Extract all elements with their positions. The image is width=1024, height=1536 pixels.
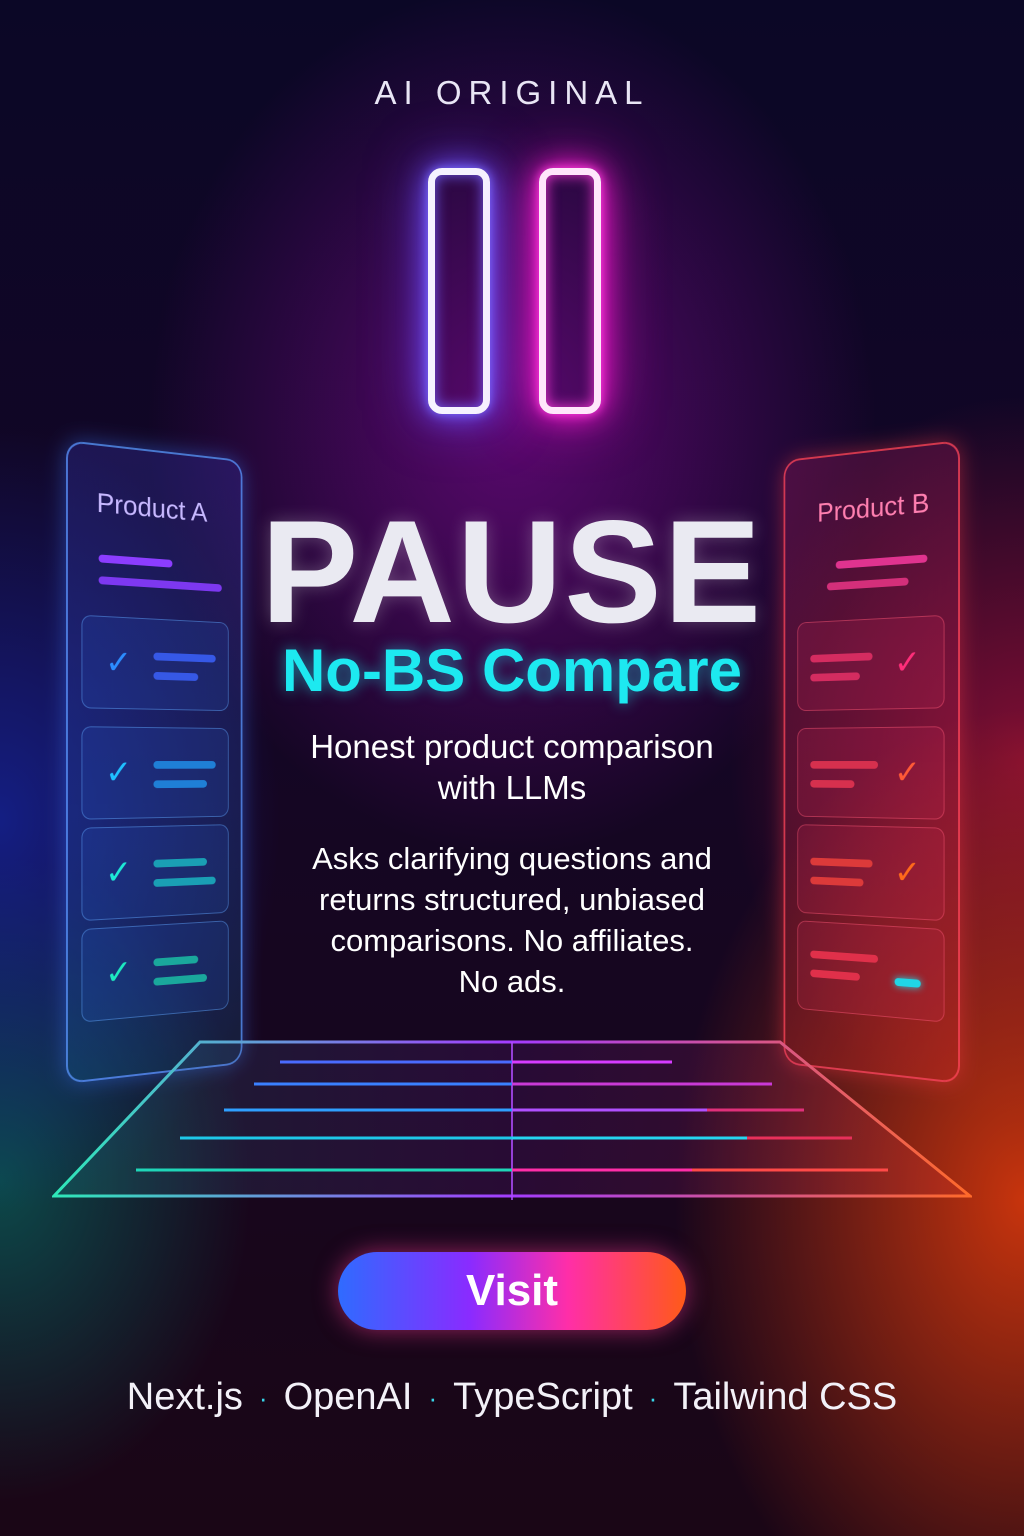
placeholder-line (153, 955, 198, 966)
tech-item: TypeScript (453, 1376, 633, 1418)
description: Asks clarifying questions and returns st… (262, 838, 762, 1002)
tagline-line: with LLMs (262, 767, 762, 808)
separator-dot: · (649, 1383, 658, 1413)
description-line: returns structured, unbiased (262, 879, 762, 920)
eyebrow-label: AI ORIGINAL (0, 74, 1024, 112)
hero-title: PAUSE (0, 488, 1024, 656)
check-icon: ✓ (105, 853, 132, 893)
tech-item: Next.js (127, 1376, 243, 1418)
comparison-floor-grid (52, 1040, 972, 1204)
check-icon: ✓ (894, 853, 921, 893)
tagline: Honest product comparison with LLMs (262, 726, 762, 808)
pause-bar-right (539, 168, 601, 414)
product-a-row: ✓ (81, 726, 228, 819)
placeholder-line (810, 780, 854, 788)
visit-button[interactable]: Visit (338, 1252, 686, 1330)
description-line: No ads. (262, 961, 762, 1002)
pause-bar-left (428, 168, 490, 414)
placeholder-line (810, 858, 872, 868)
description-line: Asks clarifying questions and (262, 838, 762, 879)
dash-icon (895, 978, 921, 988)
tech-item: OpenAI (284, 1376, 413, 1418)
product-b-row: ✓ (797, 824, 944, 921)
product-a-row: ✓ (81, 824, 228, 921)
tagline-line: Honest product comparison (262, 726, 762, 767)
product-b-row (797, 920, 944, 1022)
separator-dot: · (259, 1383, 268, 1413)
check-icon: ✓ (105, 753, 132, 792)
product-b-row: ✓ (797, 726, 944, 819)
placeholder-line (153, 858, 207, 868)
check-icon: ✓ (894, 753, 921, 792)
tech-stack: Next.js · OpenAI · TypeScript · Tailwind CSS (0, 1376, 1024, 1419)
placeholder-line (153, 780, 207, 788)
placeholder-line (810, 761, 878, 769)
placeholder-line (810, 969, 860, 981)
separator-dot: · (428, 1383, 437, 1413)
tech-item: Tailwind CSS (673, 1376, 897, 1418)
hero-subtitle: No-BS Compare (0, 636, 1024, 705)
placeholder-line (810, 950, 878, 963)
placeholder-line (153, 761, 215, 769)
product-a-row: ✓ (81, 920, 228, 1022)
description-line: comparisons. No affiliates. (262, 920, 762, 961)
placeholder-line (153, 974, 207, 986)
placeholder-line (153, 877, 215, 887)
placeholder-line (810, 877, 863, 887)
check-icon: ✓ (105, 952, 132, 993)
